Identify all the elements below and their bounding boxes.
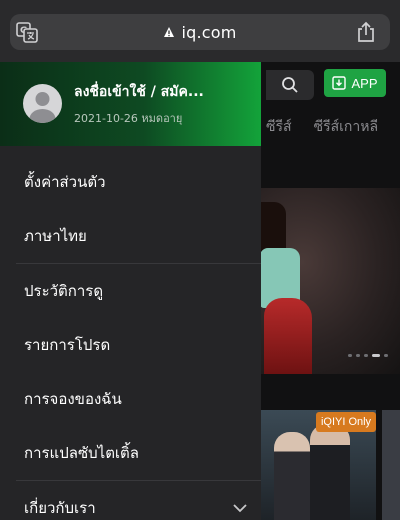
carousel-indicators <box>348 354 388 357</box>
address-bar[interactable]: G iq.com <box>10 14 390 50</box>
page-search-button[interactable] <box>266 70 314 100</box>
menu-item-personal-settings[interactable]: ตั้งค่าส่วนตัว <box>0 155 261 209</box>
screen: G iq.com <box>0 0 400 520</box>
url-text: iq.com <box>181 22 237 42</box>
iqiyi-only-badge: iQIYI Only <box>316 412 376 432</box>
menu-item-watch-history[interactable]: ประวัติการดู <box>0 264 261 318</box>
menu-item-subtitle-translation[interactable]: การแปลซับไตเติ้ล <box>0 426 261 480</box>
menu-item-favorites[interactable]: รายการโปรด <box>0 318 261 372</box>
avatar[interactable] <box>23 84 62 123</box>
tab-series[interactable]: ซีรีส์ <box>266 116 292 138</box>
app-label: APP <box>351 75 378 91</box>
menu-item-my-reservations[interactable]: การจองของฉัน <box>0 372 261 426</box>
login-signup-link[interactable]: ลงชื่อเข้าใช้ / สมัค... <box>74 81 204 103</box>
user-icon <box>29 92 56 123</box>
url-display: iq.com <box>10 14 390 50</box>
video-poster-next[interactable] <box>382 410 400 520</box>
lock-icon <box>164 27 175 37</box>
drawer-menu: ตั้งค่าส่วนตัว ภาษาไทย ประวัติการดู รายก… <box>0 146 261 520</box>
menu-item-language[interactable]: ภาษาไทย <box>0 209 261 263</box>
chevron-down-icon <box>233 504 247 513</box>
profile-header[interactable]: ลงชื่อเข้าใช้ / สมัค... 2021-10-26 หมดอา… <box>0 62 261 146</box>
hero-banner[interactable] <box>260 188 400 374</box>
share-icon[interactable] <box>356 21 376 43</box>
menu-item-label: เกี่ยวกับเรา <box>24 499 96 517</box>
download-icon <box>332 76 347 90</box>
browser-toolbar: G iq.com <box>0 0 400 62</box>
page-category-tabs: ซีรีส์ ซีรีส์เกาหลี <box>266 116 378 138</box>
download-app-button[interactable]: APP <box>324 69 386 97</box>
side-drawer: ลงชื่อเข้าใช้ / สมัค... 2021-10-26 หมดอา… <box>0 62 261 520</box>
menu-item-about-us[interactable]: เกี่ยวกับเรา <box>0 481 261 520</box>
search-icon <box>282 77 298 93</box>
expiry-date: 2021-10-26 หมดอายุ <box>74 112 183 125</box>
tab-korean-series[interactable]: ซีรีส์เกาหลี <box>314 116 379 138</box>
